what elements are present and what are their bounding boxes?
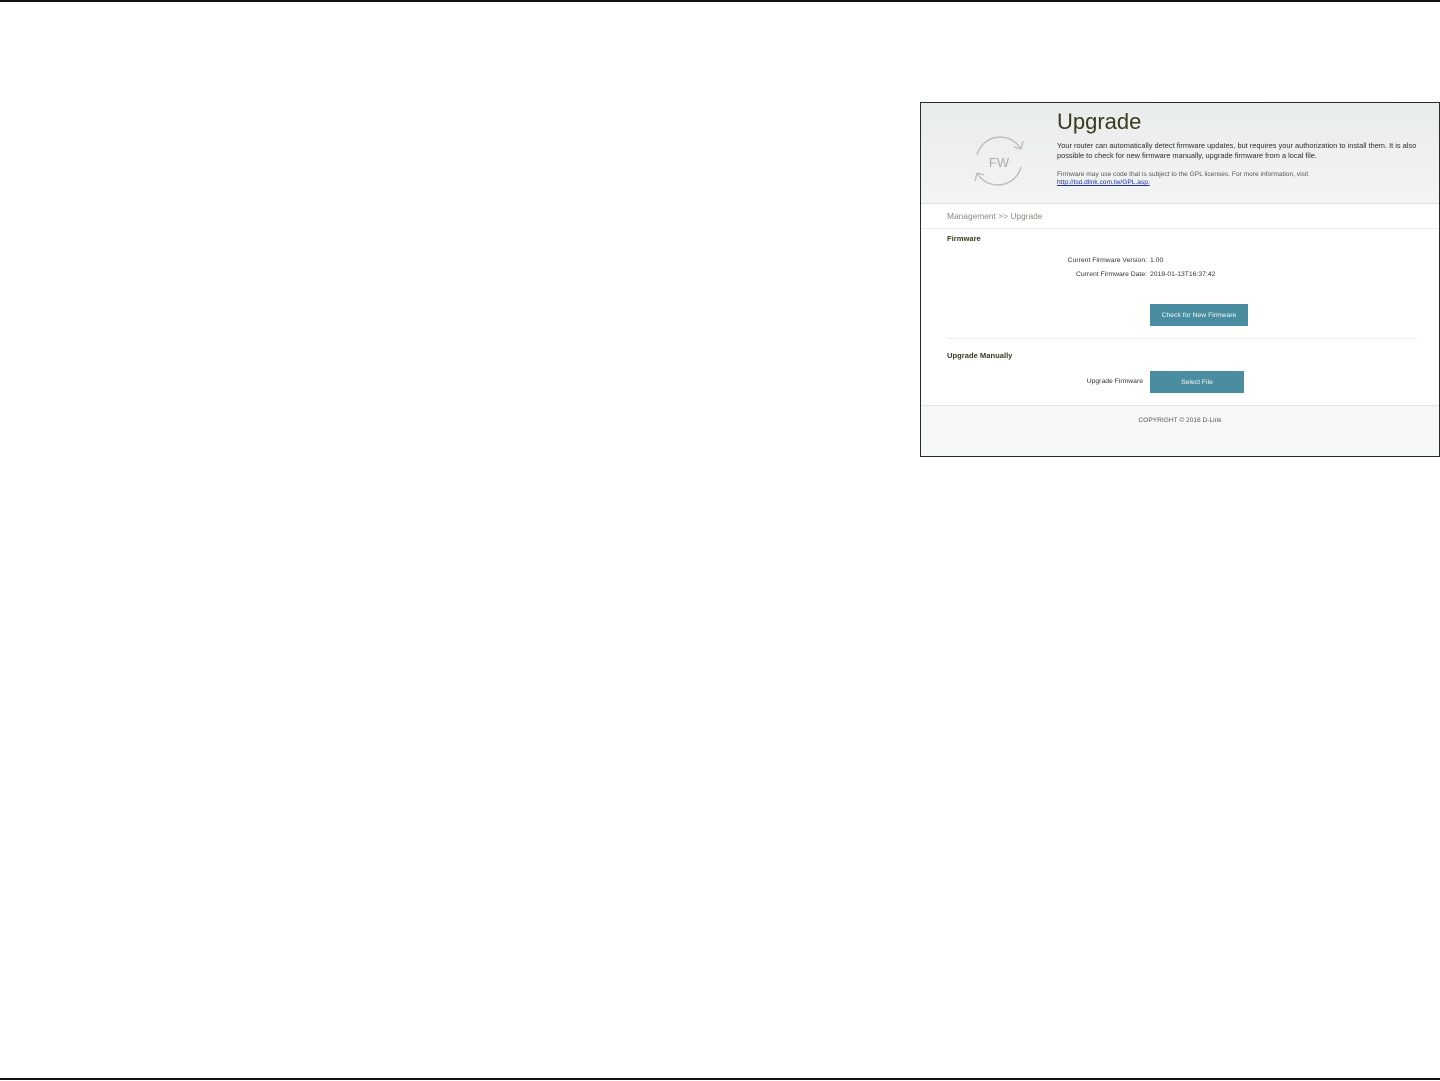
- divider: [947, 338, 1417, 339]
- select-file-button[interactable]: Select File: [1150, 371, 1244, 393]
- copyright-text: COPYRIGHT © 2016 D-Link: [1138, 417, 1222, 424]
- firmware-date-label: Current Firmware Date:: [1075, 271, 1147, 278]
- firmware-section-title: Firmware: [947, 234, 981, 243]
- footer: COPYRIGHT © 2016 D-Link: [921, 405, 1439, 456]
- upgrade-screenshot: FW Upgrade Your router can automatically…: [920, 102, 1440, 457]
- upgrade-manually-section-title: Upgrade Manually: [947, 351, 1013, 360]
- bottom-rule: [0, 1078, 1440, 1080]
- top-rule: [0, 0, 1440, 2]
- upgrade-firmware-label: Upgrade Firmware: [1086, 378, 1143, 385]
- gpl-notice: Firmware may use code that is subject to…: [1057, 171, 1309, 178]
- firmware-version-value: 1.00: [1150, 257, 1164, 264]
- page-title: Upgrade: [1057, 109, 1142, 134]
- upgrade-header: FW Upgrade Your router can automatically…: [921, 103, 1439, 204]
- firmware-version-label: Current Firmware Version:: [1067, 257, 1147, 264]
- firmware-date-value: 2018-01-13T16:37:42: [1150, 271, 1216, 278]
- fw-logo-text: FW: [989, 155, 1010, 170]
- manual-page: FW Upgrade Your router can automatically…: [0, 0, 1440, 1081]
- gpl-link[interactable]: http://tsd.dlink.com.tw/GPL.asp.: [1057, 179, 1150, 186]
- divider: [921, 228, 1439, 229]
- fw-circular-arrows-icon: FW: [974, 136, 1024, 186]
- breadcrumb: Management >> Upgrade: [947, 211, 1043, 221]
- check-new-firmware-button[interactable]: Check for New Firmware: [1150, 304, 1248, 326]
- upgrade-description: Your router can automatically detect fir…: [1057, 141, 1417, 160]
